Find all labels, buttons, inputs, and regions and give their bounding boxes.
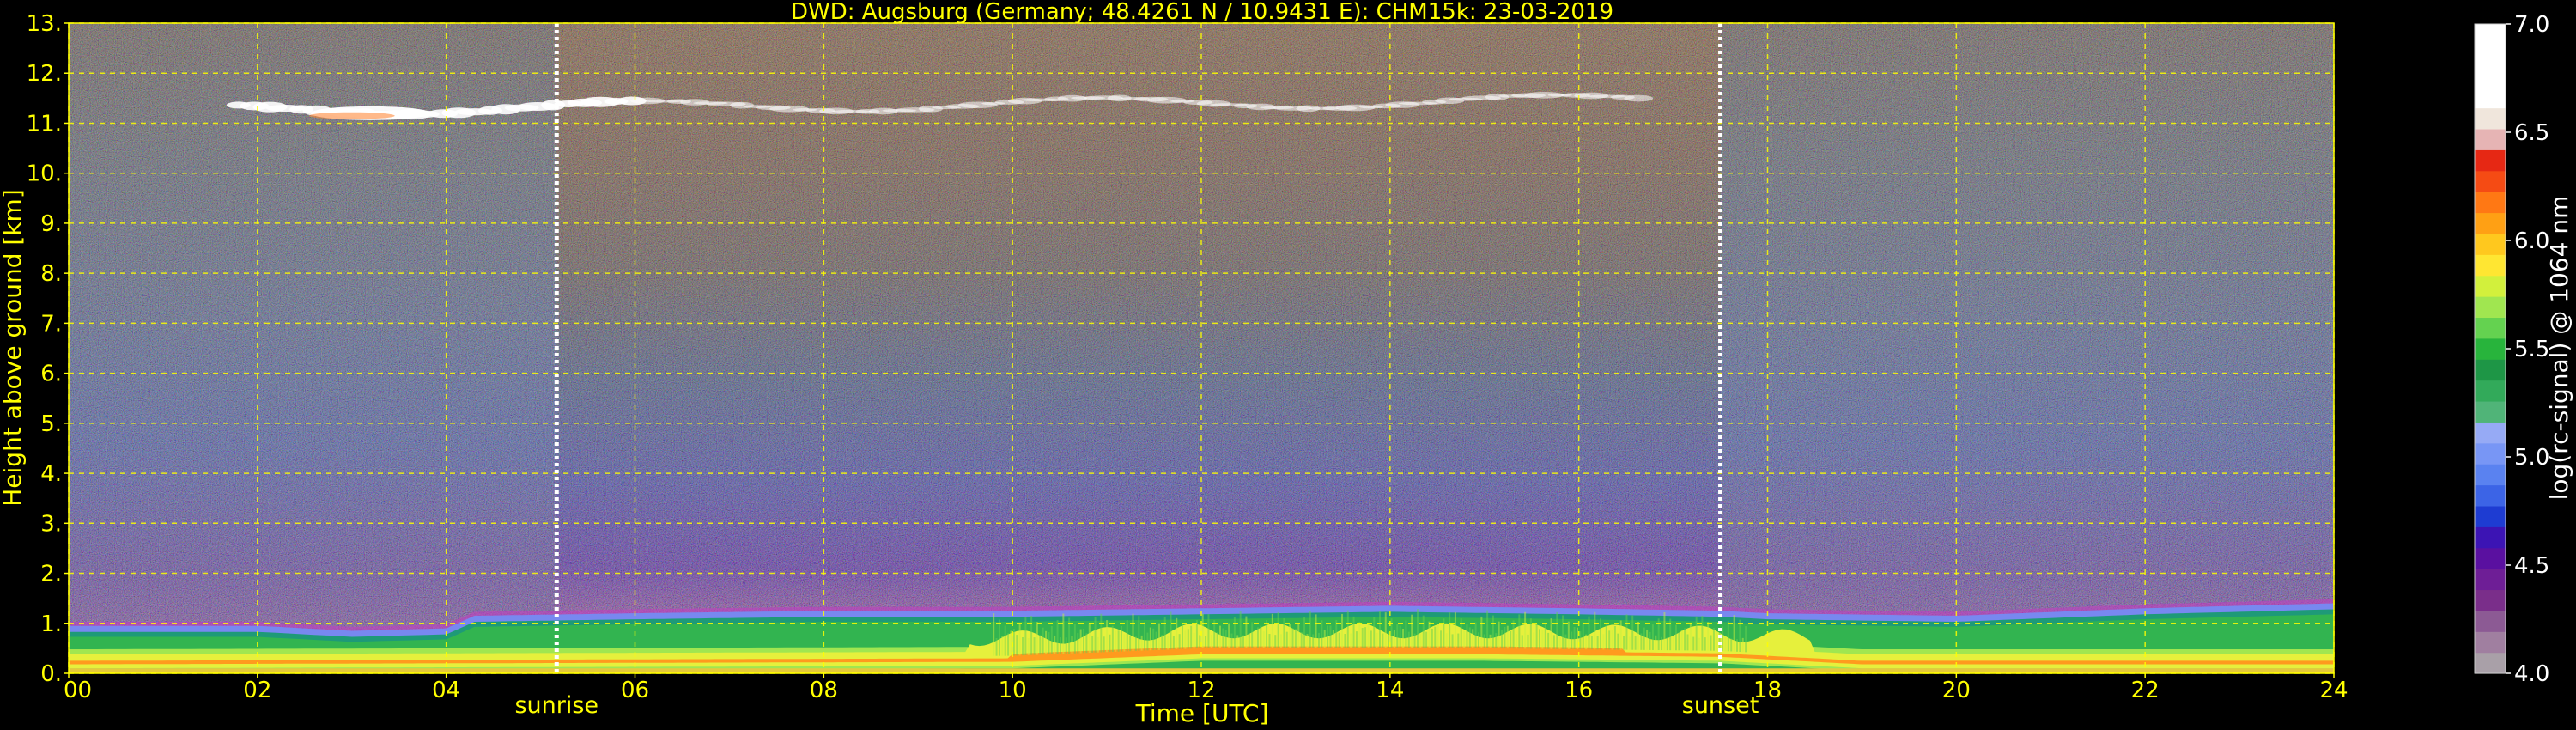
colorbar-tick-label: 7.0 [2514,12,2549,38]
cirrus-fragment [1624,94,1654,102]
y-tick-label: 11. [27,111,62,137]
x-tick-label: 06 [621,678,649,703]
colorbar-segment [2475,107,2506,130]
colorbar-segment [2475,275,2506,297]
colorbar-title: log(rc-signal) @ 1064 nm [2545,196,2573,501]
y-tick-label: 1. [40,611,62,637]
x-axis-title: Time [UTC] [1135,699,1269,727]
x-tick-label: 24 [2319,678,2348,703]
y-tick-label: 7. [40,311,62,337]
y-tick-label: 10. [27,161,62,187]
y-tick-label: 5. [40,411,62,437]
colorbar-tick-label: 4.0 [2514,661,2549,687]
y-tick-label: 13. [27,11,62,37]
colorbar-segment [2475,65,2506,88]
colorbar-segment [2475,296,2506,319]
colorbar-segment [2475,400,2506,423]
colorbar-segment [2475,652,2506,674]
x-tick-label: 00 [64,678,92,703]
colorbar: 4.04.55.05.56.06.57.0 [2474,12,2549,687]
colorbar-segment [2475,547,2506,569]
colorbar-segment [2475,422,2506,444]
colorbar-segment [2475,610,2506,632]
x-tick-label: 04 [432,678,460,703]
colorbar-segment [2475,128,2506,150]
y-tick-label: 4. [40,461,62,487]
colorbar-tick-label: 6.5 [2514,120,2549,146]
colorbar-segment [2475,484,2506,507]
y-tick-label: 8. [40,261,62,287]
y-tick-label: 9. [40,211,62,237]
y-tick-label: 12. [27,61,62,87]
colorbar-segment [2475,212,2506,234]
colorbar-segment [2475,380,2506,402]
colorbar-segment [2475,631,2506,654]
colorbar-segment [2475,192,2506,214]
colorbar-segment [2475,338,2506,360]
x-tick-label: 14 [1376,678,1404,703]
colorbar-segment [2475,359,2506,381]
y-axis-title: Height above ground [km] [0,189,27,507]
colorbar-segment [2475,24,2506,46]
colorbar-segment [2475,45,2506,67]
colorbar-tick-label: 4.5 [2514,553,2549,579]
colorbar-segment [2475,442,2506,465]
x-tick-label: 20 [1942,678,1971,703]
colorbar-segment [2475,149,2506,172]
y-tick-label: 3. [40,511,62,537]
chart-title: DWD: Augsburg (Germany; 48.4261 N / 10.9… [791,0,1613,25]
lidar-backscatter-chart: sunrise sunset 0. 1. 2. 3. 4. 5. 6. 7. 8. 9. 10. 11.… [0,0,2573,727]
colorbar-segment [2475,569,2506,591]
colorbar-segment [2475,526,2506,549]
y-tick-label: 6. [40,362,62,387]
sunset-label: sunset [1682,692,1759,719]
colorbar-segment [2475,317,2506,339]
x-tick-label: 02 [243,678,271,703]
colorbar-segment [2475,464,2506,486]
colorbar-segment [2475,87,2506,109]
sunrise-label: sunrise [514,692,598,719]
x-tick-label: 16 [1564,678,1593,703]
colorbar-segment [2475,170,2506,192]
colorbar-segment [2475,589,2506,611]
x-tick-label: 22 [2131,678,2160,703]
colorbar-segment [2475,254,2506,277]
x-tick-label: 10 [999,678,1027,703]
x-tick-label: 08 [810,678,838,703]
y-tick-label: 0. [40,661,62,687]
colorbar-segment [2475,505,2506,527]
cirrus-core-edge [308,112,395,119]
colorbar-segment [2475,233,2506,255]
x-tick-label: 18 [1753,678,1782,703]
y-tick-label: 2. [40,562,62,587]
